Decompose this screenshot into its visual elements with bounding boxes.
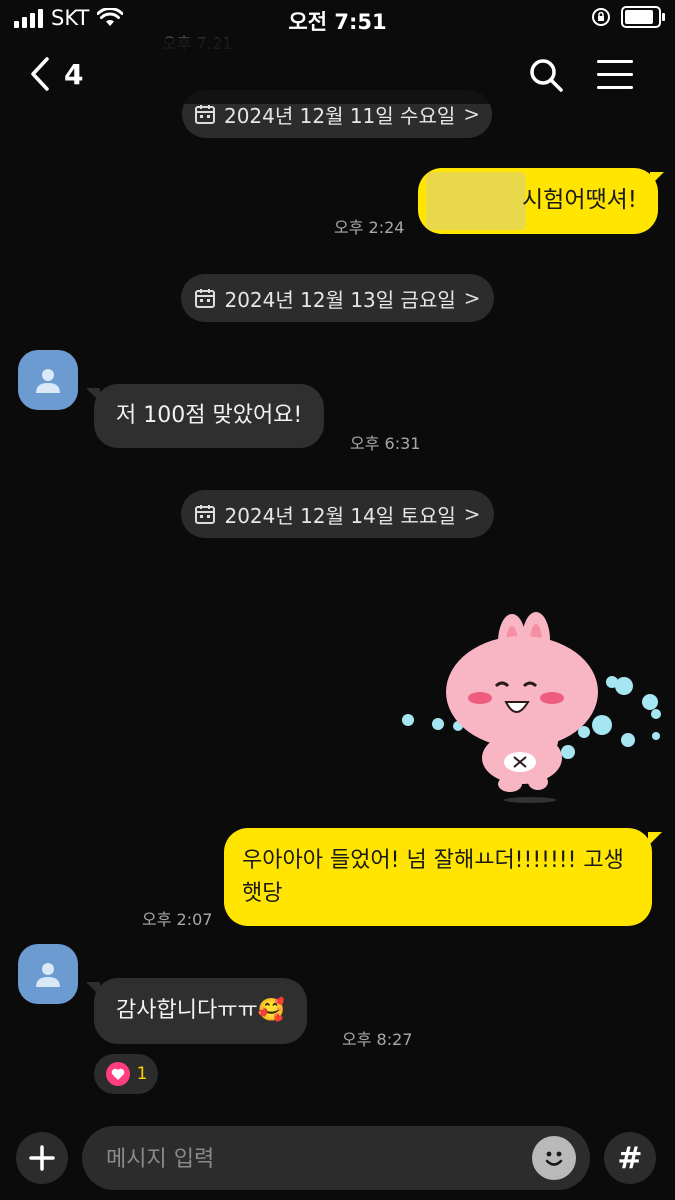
smiley-icon	[545, 1151, 563, 1166]
date-label: 2024년 12월 14일 토요일	[224, 503, 456, 528]
message-time: 오후 2:07	[142, 910, 213, 929]
message-text: 우아아아 들었어! 넘 잘해ㅛ더!!!!!!! 고생햇당	[242, 848, 624, 906]
chevron-right-icon: >	[463, 502, 481, 526]
message-input-container	[82, 1126, 590, 1190]
add-attachment-button[interactable]	[16, 1132, 68, 1184]
reaction-badge[interactable]: 1	[94, 1054, 158, 1094]
calendar-icon	[195, 505, 216, 524]
message-input[interactable]	[104, 1140, 528, 1178]
person-icon	[36, 963, 60, 987]
menu-icon[interactable]	[597, 60, 633, 99]
message-text: 저 100점 맞았어요!	[116, 403, 303, 429]
search-icon	[530, 59, 563, 92]
unread-count: 4	[64, 57, 84, 91]
message-time: 오후 6:31	[350, 434, 421, 453]
bubble-tail	[648, 832, 662, 846]
incoming-message[interactable]: 감사합니다ㅠㅠ🥰	[94, 978, 308, 1044]
back-button[interactable]: 4	[30, 56, 83, 92]
avatar[interactable]	[18, 944, 78, 1004]
message-time: 오후 2:24	[334, 218, 405, 237]
pink-bunny-sticker	[402, 612, 661, 803]
date-separator[interactable]: 2024년 12월 14일 토요일 >	[181, 490, 494, 538]
plus-icon	[29, 1145, 55, 1171]
message-time: 오후 8:27	[342, 1030, 413, 1049]
calendar-icon	[195, 289, 216, 308]
calendar-icon	[194, 105, 215, 124]
status-right	[591, 6, 665, 28]
redacted-block	[426, 172, 526, 230]
reaction-count: 1	[136, 1064, 148, 1084]
hashtag-search-button[interactable]: #	[604, 1132, 656, 1184]
incoming-message[interactable]: 저 100점 맞았어요!	[94, 384, 325, 448]
search-button[interactable]	[527, 56, 565, 98]
battery-level	[625, 10, 654, 24]
outgoing-message[interactable]: 시험어땟셔!	[418, 168, 658, 234]
hash-icon: #	[617, 1140, 643, 1176]
orientation-lock-icon	[592, 8, 610, 26]
battery-icon	[621, 6, 665, 28]
chevron-right-icon: >	[463, 286, 481, 310]
chevron-right-icon: >	[463, 102, 481, 126]
date-label: 2024년 12월 13일 금요일	[224, 287, 456, 312]
chevron-left-icon	[31, 57, 49, 91]
person-icon	[36, 369, 60, 393]
date-separator[interactable]: 2024년 12월 13일 금요일 >	[181, 274, 494, 322]
emoji-button[interactable]	[532, 1136, 576, 1180]
heart-icon	[105, 1062, 130, 1086]
message-text: 감사합니다ㅠㅠ🥰	[116, 998, 286, 1024]
bubble-tail	[650, 172, 664, 186]
message-text: 시험어땟셔!	[522, 187, 638, 213]
outgoing-message[interactable]: 우아아아 들었어! 넘 잘해ㅛ더!!!!!!! 고생햇당	[224, 828, 652, 926]
sticker-message[interactable]	[400, 610, 662, 810]
status-time: 오전 7:51	[288, 10, 387, 34]
header-overlay	[0, 38, 675, 104]
avatar[interactable]	[18, 350, 78, 410]
